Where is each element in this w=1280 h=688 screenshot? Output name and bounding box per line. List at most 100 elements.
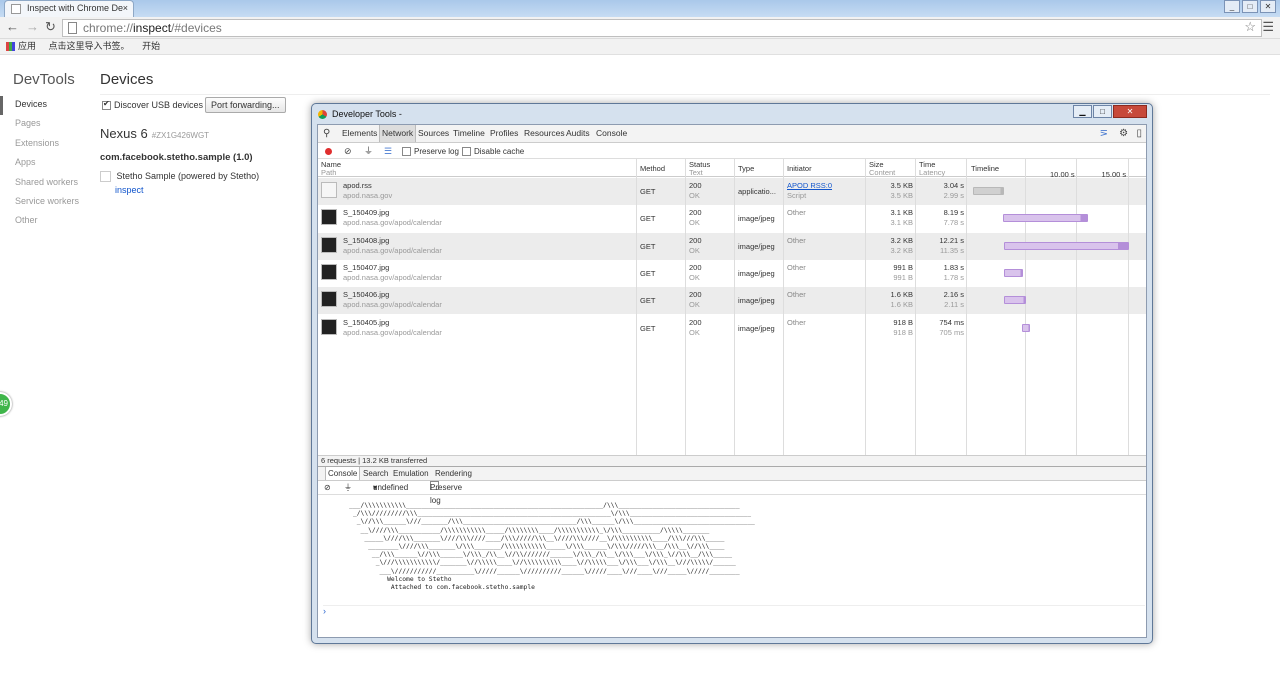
close-icon[interactable]: ✕ [1113,105,1147,118]
sidebar-item-service-workers[interactable]: Service workers [0,193,90,212]
cell-time: 754 ms 705 ms [939,317,964,337]
clear-console-icon[interactable]: ⊘ [324,481,331,494]
col-size[interactable]: Size Content [869,161,895,177]
gear-icon[interactable]: ⚙ [1119,128,1128,139]
column-divider [915,159,916,455]
device-name: Nexus 6 [100,126,148,141]
cell-initiator: Other [787,317,806,327]
cell-name: S_150407.jpg apod.nasa.gov/apod/calendar [343,262,442,282]
clear-icon[interactable]: ⊘ [344,144,352,159]
drawer-tab-rendering[interactable]: Rendering [435,467,472,480]
bookmark-start[interactable]: 开始 [142,41,160,51]
image-thumbnail [321,318,337,335]
col-type[interactable]: Type [738,165,754,173]
sidebar-item-shared-workers[interactable]: Shared workers [0,174,90,193]
minimize-icon[interactable]: _ [1224,0,1240,13]
close-tab-icon[interactable]: × [123,1,128,16]
port-forwarding-button[interactable]: Port forwarding... [205,97,286,113]
cell-method: GET [640,187,656,196]
sidebar-item-other[interactable]: Other [0,212,90,231]
cell-method: GET [640,241,656,251]
cell-time: 1.83 s 1.78 s [943,262,964,282]
bookmark-star-icon[interactable]: ☆ [1244,19,1256,35]
sidebar-nav: Devices Pages Extensions Apps Shared wor… [0,96,90,232]
menu-icon[interactable]: ☰ [1262,19,1274,35]
cell-initiator: Other [787,290,806,300]
timeline-bar[interactable] [1003,268,1023,277]
tab-sources[interactable]: Sources [418,125,449,142]
record-icon[interactable] [325,148,332,155]
large-rows-icon[interactable]: ☰ [384,144,392,159]
show-drawer-icon[interactable]: ⋝ [1100,128,1108,139]
cell-initiator: Other [787,235,806,245]
timeline-bar[interactable] [1022,323,1031,332]
drawer-tab-console[interactable]: Console [325,467,361,480]
drawer-tab-emulation[interactable]: Emulation [393,467,429,480]
console-drawer: Console Search Emulation Rendering ⊘ ⏚ u… [318,466,1146,637]
timeline-bar[interactable] [1003,214,1088,223]
discover-usb-checkbox[interactable] [102,99,111,110]
tab-console[interactable]: Console [596,125,627,142]
address-bar[interactable]: chrome://inspect/#devices [62,19,1262,37]
sidebar-item-apps[interactable]: Apps [0,154,90,173]
tab-resources[interactable]: Resources [524,125,565,142]
filter-icon[interactable]: ⏚ [344,481,352,494]
discover-usb-option[interactable]: Discover USB devices [102,99,203,110]
disable-cache-checkbox[interactable] [462,147,471,156]
cell-status: 200 OK [689,262,702,282]
context-select[interactable]: undefined ▾ [373,481,408,494]
minimize-icon[interactable]: ▁ [1073,105,1092,118]
dock-icon[interactable]: ▯ [1136,128,1142,139]
col-timeline[interactable]: Timeline [971,165,999,173]
preserve-log-option[interactable]: Preserve log [402,144,459,159]
col-initiator[interactable]: Initiator [787,165,812,173]
column-divider [734,159,735,455]
cell-size: 3.1 KB 3.1 KB [890,208,913,228]
filter-icon[interactable]: ⏚ [364,144,373,159]
console-prompt[interactable]: › [323,605,1145,617]
tab-elements[interactable]: Elements [342,125,377,142]
cell-initiator: Other [787,262,806,272]
device-heading: Nexus 6 #ZX1G426WGT [100,126,209,141]
forward-icon[interactable]: → [26,19,39,34]
preserve-log-checkbox[interactable] [402,147,411,156]
table-row[interactable]: apod.rss apod.nasa.gov GET 200 OK applicatio.… [318,178,1146,206]
tab-profiles[interactable]: Profiles [490,125,518,142]
reload-icon[interactable]: ↻ [45,19,56,35]
tab-audits[interactable]: Audits [566,125,590,142]
sidebar-item-devices[interactable]: Devices [0,96,90,116]
timeline-bar[interactable] [1003,296,1027,305]
network-summary: 6 requests | 13.2 KB transferred [318,455,1146,466]
drawer-tab-search[interactable]: Search [363,467,388,480]
cell-time: 8.19 s 7.78 s [943,208,964,228]
sidebar-item-pages[interactable]: Pages [0,115,90,134]
image-thumbnail [321,209,337,226]
devtools-titlebar[interactable]: Developer Tools - ▁ □ ✕ [312,104,1152,124]
maximize-icon[interactable]: □ [1093,105,1112,118]
timeline-tick-label: 15.00 s [1101,170,1127,179]
tab-timeline[interactable]: Timeline [453,125,485,142]
disable-cache-label: Disable cache [474,147,525,156]
cell-method: GET [640,214,656,224]
cell-name: apod.rss apod.nasa.gov [343,181,393,200]
inspect-link[interactable]: inspect [115,185,144,195]
browser-tab[interactable]: Inspect with Chrome De × [4,0,134,17]
sidebar-item-extensions[interactable]: Extensions [0,135,90,154]
col-time[interactable]: Time Latency [919,161,945,177]
col-name[interactable]: Name Path [321,161,341,177]
close-icon[interactable]: ✕ [1260,0,1276,13]
maximize-icon[interactable]: □ [1242,0,1258,13]
back-icon[interactable]: ← [6,19,19,34]
bookmark-apps[interactable]: 应用 [18,41,36,51]
timeline-bar[interactable] [973,187,1005,195]
col-method[interactable]: Method [640,165,665,173]
timeline-bar[interactable] [1003,241,1130,250]
search-icon[interactable]: ⚲ [323,125,330,142]
cell-name: S_150409.jpg apod.nasa.gov/apod/calendar [343,208,442,228]
floating-badge[interactable]: 49 [0,392,12,416]
disable-cache-option[interactable]: Disable cache [462,144,524,159]
cell-type: applicatio... [738,187,776,196]
bookmark-import[interactable]: 点击这里导入书签。 [49,41,130,51]
col-status[interactable]: Status Text [689,161,710,177]
tab-network[interactable]: Network [379,125,417,142]
